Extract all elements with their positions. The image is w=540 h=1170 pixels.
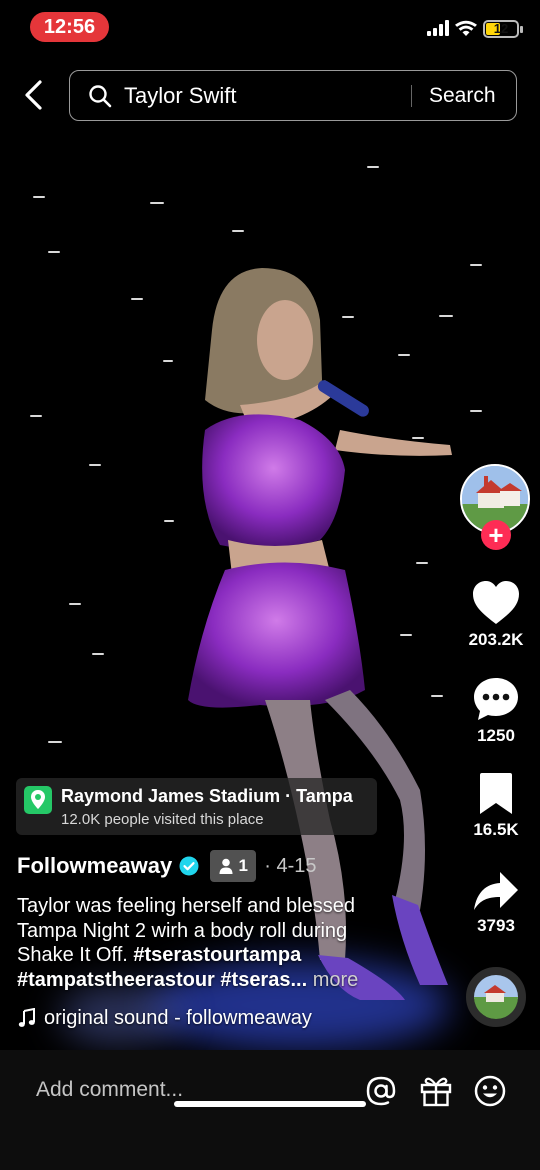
status-bar: 12:56 12: [0, 12, 540, 46]
confetti-speck: [470, 264, 482, 266]
confetti-speck: [439, 315, 453, 317]
confetti-speck: [150, 202, 164, 204]
cellular-signal-icon: [427, 20, 451, 36]
confetti-speck: [89, 464, 101, 466]
search-input[interactable]: Taylor Swift: [124, 83, 236, 109]
confetti-speck: [69, 603, 81, 605]
location-subtitle: 12.0K people visited this place: [61, 811, 264, 828]
person-icon: [219, 858, 233, 874]
caption-more-link[interactable]: more: [313, 969, 359, 991]
search-divider: [411, 85, 412, 107]
share-button[interactable]: 3793: [455, 870, 537, 936]
comment-bubble-icon: [474, 678, 518, 720]
comment-count: 1250: [477, 726, 515, 745]
gift-icon[interactable]: [419, 1074, 453, 1108]
confetti-speck: [92, 653, 104, 655]
home-indicator: [174, 1101, 366, 1107]
location-tag[interactable]: Raymond James Stadium · Tampa 12.0K peop…: [16, 778, 377, 835]
confetti-speck: [48, 251, 60, 253]
like-count: 203.2K: [468, 630, 524, 649]
music-note-icon: [18, 1008, 35, 1027]
friends-chip[interactable]: 1: [210, 850, 257, 882]
comment-button[interactable]: 1250: [455, 676, 537, 746]
confetti-speck: [400, 634, 412, 636]
confetti-speck: [431, 695, 443, 697]
verified-badge-icon: [179, 856, 199, 876]
sound-label: original sound - followmeaway: [44, 1006, 312, 1029]
battery-cap: [520, 26, 523, 33]
share-count: 3793: [477, 916, 515, 935]
comment-input[interactable]: Add comment...: [36, 1078, 183, 1102]
search-bar[interactable]: Taylor Swift Search: [69, 70, 517, 121]
confetti-speck: [412, 437, 424, 439]
heart-icon: [473, 581, 519, 624]
status-time: 12:56: [30, 12, 109, 42]
location-pin-icon: [24, 786, 52, 814]
search-button[interactable]: Search: [429, 83, 496, 109]
wifi-icon: [455, 20, 477, 36]
author-row: Followmeaway 1 · 4-15: [17, 850, 317, 882]
location-title: Raymond James Stadium · Tampa: [61, 786, 353, 806]
confetti-speck: [30, 415, 42, 417]
sound-row[interactable]: original sound - followmeaway: [18, 1005, 312, 1031]
back-arrow-icon[interactable]: [18, 78, 50, 112]
save-button[interactable]: 16.5K: [455, 772, 537, 840]
like-button[interactable]: 203.2K: [455, 580, 537, 650]
share-arrow-icon: [474, 872, 518, 910]
follow-plus-button[interactable]: +: [481, 520, 511, 550]
hashtag-link[interactable]: #tseras...: [220, 969, 307, 991]
confetti-speck: [163, 360, 173, 362]
save-count: 16.5K: [473, 820, 519, 839]
post-date: · 4-15: [264, 854, 317, 877]
confetti-speck: [398, 354, 410, 356]
mention-at-icon[interactable]: [364, 1074, 398, 1108]
confetti-speck: [131, 298, 143, 300]
hashtag-link[interactable]: #tserastourtampa: [133, 944, 301, 966]
video-caption: Taylor was feeling herself and blessed T…: [17, 894, 407, 992]
author-name[interactable]: Followmeaway: [17, 853, 172, 879]
bookmark-icon: [480, 773, 512, 814]
confetti-speck: [48, 741, 62, 743]
battery-percent: 12: [493, 21, 509, 36]
music-disc[interactable]: [466, 967, 526, 1027]
friends-count: 1: [238, 856, 249, 875]
emoji-icon[interactable]: [473, 1074, 507, 1108]
music-disc-image: [474, 975, 518, 1019]
confetti-speck: [470, 410, 482, 412]
confetti-speck: [33, 196, 45, 198]
battery-icon: 12: [483, 20, 519, 38]
confetti-speck: [416, 562, 428, 564]
search-icon: [89, 85, 112, 108]
confetti-speck: [232, 230, 244, 232]
hashtag-link[interactable]: #tampatstheerastour: [17, 969, 215, 991]
comment-bar: Add comment...: [0, 1050, 540, 1170]
confetti-speck: [342, 316, 354, 318]
confetti-speck: [367, 166, 379, 168]
confetti-speck: [164, 520, 174, 522]
